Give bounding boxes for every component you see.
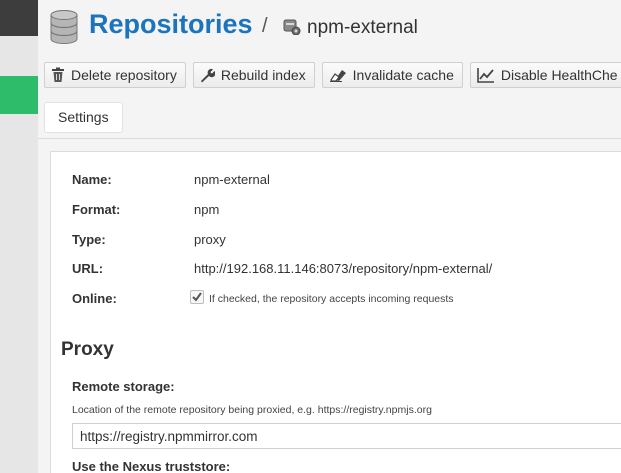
online-label: Online: (72, 291, 117, 306)
name-value: npm-external (194, 172, 270, 187)
remote-storage-input[interactable] (72, 423, 621, 449)
url-value[interactable]: http://192.168.11.146:8073/repository/np… (194, 261, 492, 276)
trash-icon (52, 67, 64, 82)
url-label: URL: (72, 261, 104, 276)
sidebar-header-edge (0, 0, 38, 36)
remote-storage-help: Location of the remote repository being … (72, 404, 432, 416)
disable-healthcheck-label: Disable HealthChe (500, 67, 618, 83)
settings-panel: Name: npm-external Format: npm Type: pro… (50, 151, 621, 473)
database-icon (50, 10, 78, 44)
repository-icon (283, 19, 301, 35)
online-checkbox[interactable] (190, 290, 204, 304)
invalidate-cache-button[interactable]: Invalidate cache (321, 62, 463, 88)
invalidate-cache-label: Invalidate cache (352, 67, 454, 83)
page-title[interactable]: Repositories (89, 9, 253, 40)
breadcrumb-repo-name: npm-external (307, 17, 418, 38)
main-area: Repositories / npm-external Delete repos… (38, 0, 621, 473)
remote-storage-label: Remote storage: (72, 379, 175, 394)
tab-settings[interactable]: Settings (44, 102, 123, 133)
action-toolbar: Delete repository Rebuild index Invalida… (44, 62, 621, 88)
page-header: Repositories / npm-external (38, 0, 621, 58)
sidebar-active-item-edge[interactable] (0, 76, 38, 114)
name-label: Name: (72, 172, 112, 187)
wrench-icon (200, 68, 215, 82)
rebuild-index-label: Rebuild index (220, 67, 306, 83)
proxy-section-title: Proxy (61, 339, 114, 360)
disable-healthcheck-button[interactable]: Disable HealthChe (469, 62, 621, 88)
chart-line-icon (477, 68, 494, 83)
sidebar-edge (0, 0, 38, 473)
format-value: npm (194, 202, 220, 217)
breadcrumb-separator: / (262, 15, 268, 37)
nexus-truststore-label: Use the Nexus truststore: (72, 459, 231, 473)
delete-repository-button[interactable]: Delete repository (44, 62, 186, 88)
checkmark-icon (192, 292, 202, 302)
rebuild-index-button[interactable]: Rebuild index (192, 62, 315, 88)
type-label: Type: (72, 232, 106, 247)
online-help-text: If checked, the repository accepts incom… (209, 293, 454, 305)
type-value: proxy (194, 232, 226, 247)
tab-bar: Settings (38, 96, 621, 139)
delete-repository-label: Delete repository (71, 67, 177, 83)
eraser-icon (329, 70, 346, 82)
format-label: Format: (72, 202, 121, 217)
